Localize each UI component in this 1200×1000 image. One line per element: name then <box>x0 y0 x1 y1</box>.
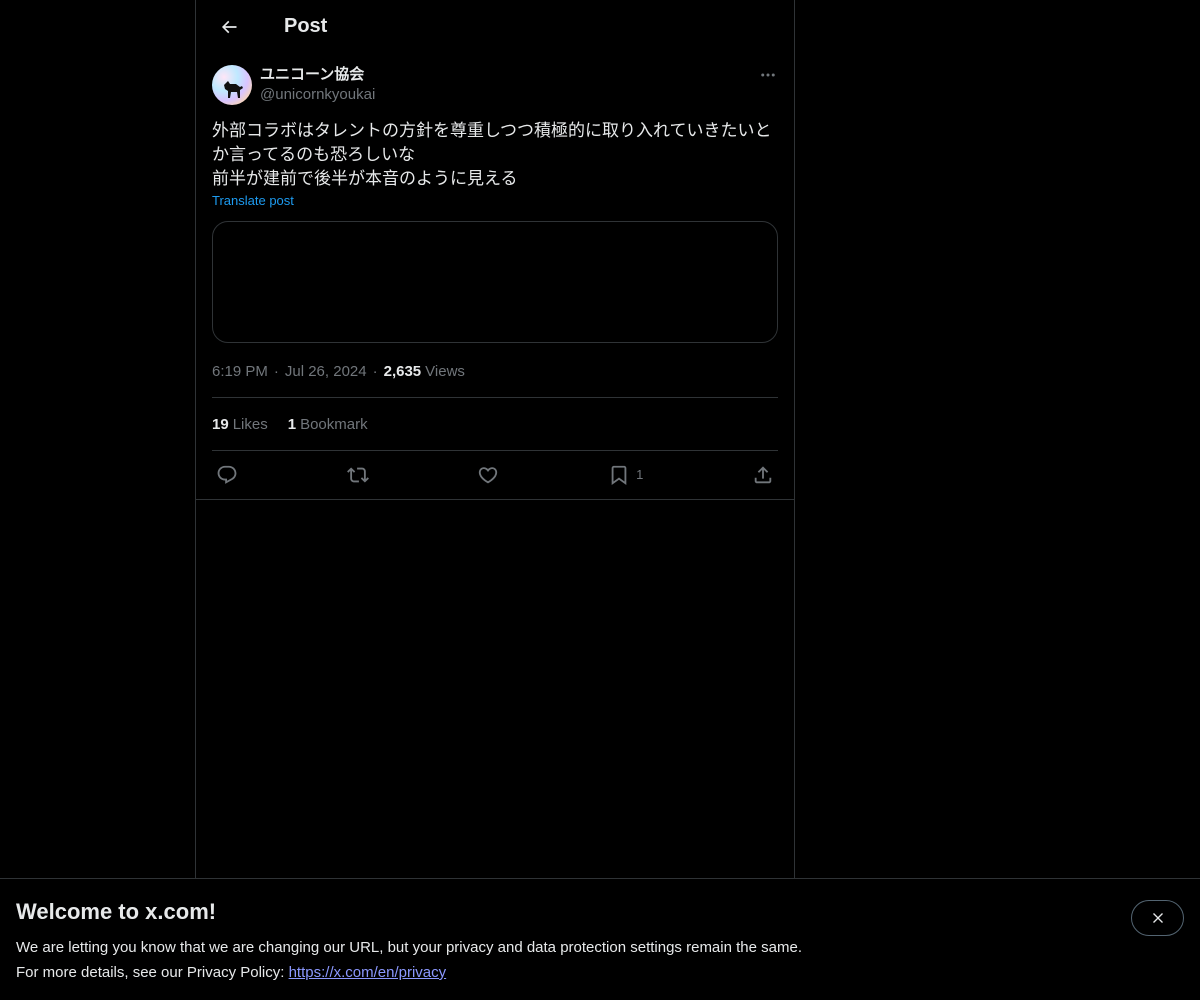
author-handle[interactable]: @unicornkyoukai <box>260 85 375 105</box>
media-card[interactable] <box>212 221 778 343</box>
back-button[interactable] <box>212 10 246 44</box>
unicorn-silhouette-icon <box>224 81 243 98</box>
avatar[interactable] <box>212 65 252 105</box>
post-text: 外部コラボはタレントの方針を尊重しつつ積極的に取り入れていきたいとか言ってるのも… <box>212 121 772 188</box>
author-row: ユニコーン協会 @unicornkyoukai <box>212 65 778 105</box>
heart-icon <box>479 466 498 483</box>
arrow-left-icon <box>221 20 237 33</box>
privacy-policy-link[interactable]: https://x.com/en/privacy <box>289 964 447 981</box>
divider <box>196 499 794 500</box>
bookmark-button[interactable]: 1 <box>608 464 643 486</box>
more-horizontal-icon <box>761 73 775 77</box>
welcome-banner: Welcome to x.com! We are letting you kno… <box>0 878 1200 1000</box>
repost-button[interactable] <box>346 464 369 486</box>
bookmarks-count: 1 <box>287 415 297 433</box>
meta-separator: · <box>372 362 378 380</box>
close-banner-button[interactable] <box>1131 900 1184 936</box>
banner-line-1: We are letting you know that we are chan… <box>16 939 802 956</box>
header: Post <box>196 0 794 53</box>
post-meta: 6:19 PM · Jul 26, 2024 · 2,635 Views <box>212 361 778 381</box>
share-icon <box>754 465 772 483</box>
post: ユニコーン協会 @unicornkyoukai 外部コラボはタレントの方針を尊重… <box>196 53 794 498</box>
views-count: 2,635 <box>383 362 422 380</box>
post-time[interactable]: 6:19 PM <box>212 363 268 380</box>
translate-post-link[interactable]: Translate post <box>212 193 294 208</box>
meta-separator: · <box>273 362 279 380</box>
main-column: Post ユニコーン協会 @unicornkyoukai 外部コラボはタレントの… <box>195 0 795 1000</box>
bookmarks-stat[interactable]: 1 Bookmark <box>288 416 368 433</box>
likes-label: Likes <box>232 415 268 433</box>
reply-button[interactable] <box>216 464 238 486</box>
banner-line-2-prefix: For more details, see our Privacy Policy… <box>16 964 289 981</box>
like-button[interactable] <box>477 464 499 486</box>
actions-row: 1 <box>212 451 778 498</box>
author-display-name[interactable]: ユニコーン協会 <box>260 65 375 85</box>
reply-icon <box>217 465 237 484</box>
close-icon <box>1152 913 1163 923</box>
author-names: ユニコーン協会 @unicornkyoukai <box>260 65 375 105</box>
bookmark-count: 1 <box>636 467 644 482</box>
repost-icon <box>346 467 369 482</box>
banner-line-2: For more details, see our Privacy Policy… <box>16 960 1184 985</box>
more-options-button[interactable] <box>758 65 778 85</box>
post-date[interactable]: Jul 26, 2024 <box>285 363 367 380</box>
views-label: Views <box>425 362 465 380</box>
banner-title: Welcome to x.com! <box>16 899 217 924</box>
likes-count: 19 <box>212 415 229 433</box>
page-title: Post <box>284 15 328 37</box>
banner-text: We are letting you know that we are chan… <box>16 935 1184 985</box>
stats-row: 19 Likes 1 Bookmark <box>212 398 778 450</box>
bookmarks-label: Bookmark <box>300 415 368 433</box>
share-button[interactable] <box>752 464 774 486</box>
likes-stat[interactable]: 19 Likes <box>212 416 268 433</box>
bookmark-icon <box>611 465 627 485</box>
